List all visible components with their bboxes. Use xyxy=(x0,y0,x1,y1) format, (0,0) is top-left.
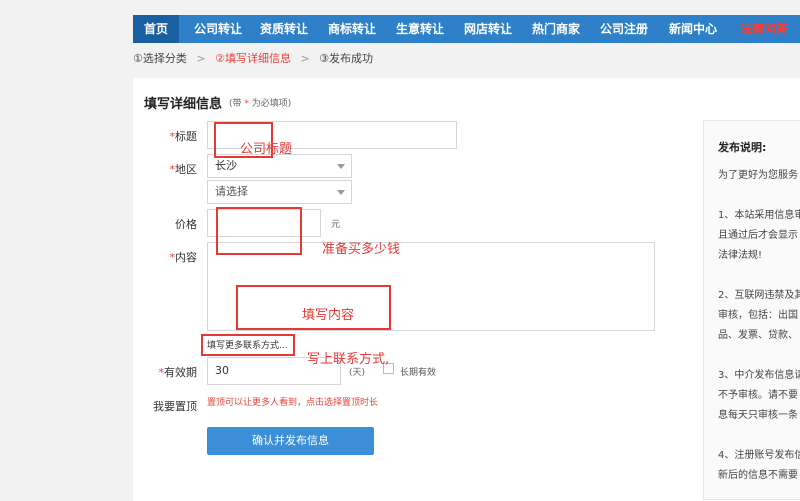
top-label: 我要置顶 xyxy=(133,398,197,414)
instructions-line: 不予审核。请不要 xyxy=(718,390,798,401)
top-navigation: 首页 公司转让 资质转让 商标转让 生意转让 网店转让 热门商家 公司注册 新闻… xyxy=(0,0,800,43)
annotation-box-contact xyxy=(201,334,295,356)
region-select-value: 长沙 xyxy=(215,159,237,172)
instructions-line: 息每天只审核一条 xyxy=(718,410,798,421)
step-fill-details: ②填写详细信息 xyxy=(215,52,291,65)
nav-item-hot-merchants[interactable]: 热门商家 xyxy=(523,15,589,43)
instructions-line: 审核，包括：出国 xyxy=(718,310,798,321)
publish-instructions-panel: 发布说明: 为了更好为您服务 1、本站采用信息审 且通过后才会显示 法律法规! … xyxy=(703,120,800,500)
step-publish-success: ③发布成功 xyxy=(319,52,374,65)
chevron-down-icon xyxy=(337,190,345,195)
nav-item-legal-qa[interactable]: 法律问答 xyxy=(731,15,797,43)
title-label-text: 标题 xyxy=(175,130,197,143)
instructions-line: 为了更好为您服务 xyxy=(718,170,798,181)
instructions-title: 发布说明: xyxy=(718,141,767,154)
instructions-line: 品、发票、贷款、 xyxy=(718,330,798,341)
chevron-down-icon xyxy=(337,164,345,169)
annotation-text-content: 填写内容 xyxy=(302,308,355,323)
annotation-text-price: 准备买多少钱 xyxy=(322,242,401,257)
nav-item-company-transfer[interactable]: 公司转让 xyxy=(185,15,251,43)
validity-label-text: 有效期 xyxy=(164,366,197,379)
region-sub-select[interactable]: 请选择 xyxy=(207,180,352,204)
region-label-text: 地区 xyxy=(175,163,197,176)
section-title: 填写详细信息 xyxy=(144,97,223,112)
region-sub-placeholder: 请选择 xyxy=(215,185,248,198)
required-note: (带 * 为必填项) xyxy=(229,96,291,109)
required-note-suffix: 为必填项) xyxy=(251,99,292,109)
nav-item-business-transfer[interactable]: 生意转让 xyxy=(387,15,453,43)
nav-item-shop-transfer[interactable]: 网店转让 xyxy=(455,15,521,43)
instructions-line: 2、互联网违禁及其 xyxy=(718,290,800,301)
nav-item-trademark-transfer[interactable]: 商标转让 xyxy=(319,15,385,43)
nav-item-home[interactable]: 首页 xyxy=(133,15,179,43)
step-select-category: ①选择分类 xyxy=(133,52,187,65)
instructions-line: 且通过后才会显示 xyxy=(718,230,798,241)
nav-item-news-center[interactable]: 新闻中心 xyxy=(659,15,727,43)
instructions-line: 1、本站采用信息审 xyxy=(718,210,800,221)
nav-item-qualification-transfer[interactable]: 资质转让 xyxy=(251,15,317,43)
validity-label: *有效期 xyxy=(133,364,198,380)
content-label-text: 内容 xyxy=(175,251,197,264)
annotation-text-title: 公司标题 xyxy=(240,142,293,157)
step-separator: > xyxy=(300,52,310,65)
instructions-line: 新后的信息不需要 xyxy=(718,470,798,481)
instructions-line: 4、注册账号发布信 xyxy=(718,450,800,461)
long-term-label: 长期有效 xyxy=(400,368,437,378)
instructions-line: 法律法规! xyxy=(718,250,763,261)
required-note-prefix: (带 xyxy=(229,99,242,109)
submit-button[interactable]: 确认并发布信息 xyxy=(207,427,374,455)
price-label: 价格 xyxy=(133,216,197,232)
top-label-text: 我要置顶 xyxy=(153,400,197,413)
nav-item-company-registration[interactable]: 公司注册 xyxy=(591,15,657,43)
price-unit: 元 xyxy=(331,220,341,230)
region-label: *地区 xyxy=(133,161,198,177)
price-label-text: 价格 xyxy=(175,218,197,231)
title-label: *标题 xyxy=(133,128,198,144)
top-hint-link[interactable]: 置顶可以让更多人看到，点击选择置顶时长 xyxy=(207,395,378,408)
main-nav-bar: 首页 公司转让 资质转让 商标转让 生意转让 网店转让 热门商家 公司注册 新闻… xyxy=(133,15,800,43)
annotation-text-contact: 写上联系方式, xyxy=(307,352,390,367)
required-note-star: * xyxy=(244,99,249,109)
content-label: *内容 xyxy=(133,249,198,265)
annotation-box-price xyxy=(216,207,302,255)
instructions-line: 3、中介发布信息请 xyxy=(718,370,800,381)
step-breadcrumb: ①选择分类 > ②填写详细信息 > ③发布成功 xyxy=(133,50,379,66)
step-separator: > xyxy=(196,52,206,65)
